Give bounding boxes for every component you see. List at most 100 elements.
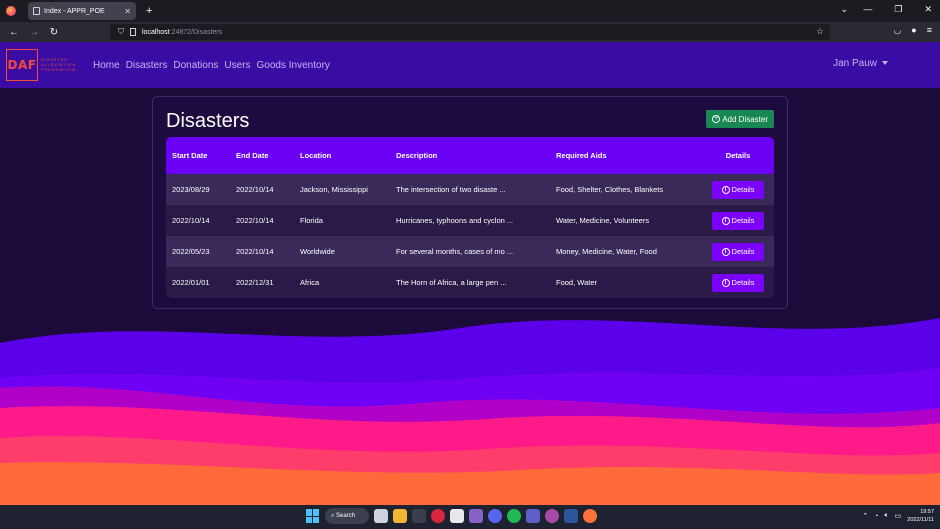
- windows-taskbar: ⌕ Search ⌃ ◔ 🔈︎ ▭ 19:57 2022/11/11: [0, 505, 940, 529]
- battery-icon[interactable]: ▭: [895, 512, 902, 520]
- info-icon: i: [721, 216, 730, 225]
- add-disaster-label: Add Disaster: [722, 114, 768, 124]
- cell-end: 2022/10/14: [236, 216, 274, 225]
- details-label: Details: [731, 185, 755, 194]
- calendar-app-icon[interactable]: [450, 509, 464, 523]
- cell-end: 2022/10/14: [236, 247, 274, 256]
- details-button[interactable]: i Details: [712, 273, 764, 292]
- new-tab-icon[interactable]: +: [146, 5, 152, 17]
- nav-users[interactable]: Users: [224, 60, 250, 71]
- word-icon[interactable]: [564, 509, 578, 523]
- info-icon: i: [721, 185, 730, 194]
- wifi-icon[interactable]: ◔: [874, 513, 878, 520]
- teams-icon[interactable]: [526, 509, 540, 523]
- window-controls: — ❐ ✕: [863, 4, 932, 15]
- clock-date: 2022/11/11: [907, 517, 934, 523]
- col-location: Location: [300, 151, 332, 160]
- col-details: Details: [725, 151, 751, 160]
- clock-time: 19:57: [920, 509, 934, 515]
- browser-tab[interactable]: Index - APPR_POE ✕: [28, 2, 136, 20]
- details-button[interactable]: i Details: [712, 242, 764, 261]
- forward-icon[interactable]: →: [28, 27, 40, 38]
- close-tab-icon[interactable]: ✕: [124, 7, 131, 16]
- cell-end: 2022/12/31: [236, 278, 274, 287]
- app-navbar: DAF DISASTER ALLEVIATION FOUNDATION Home…: [0, 42, 940, 88]
- cell-start: 2022/10/14: [172, 216, 210, 225]
- visual-studio-icon[interactable]: [469, 509, 483, 523]
- info-icon: i: [721, 278, 730, 287]
- daf-logo[interactable]: DAF: [6, 49, 38, 81]
- pocket-icon[interactable]: ◡: [893, 25, 901, 36]
- close-window-icon[interactable]: ✕: [924, 4, 932, 15]
- volume-icon[interactable]: 🔈︎: [884, 512, 888, 520]
- taskbar-apps: ⌕ Search: [306, 508, 597, 524]
- cell-aids: Food, Water: [556, 278, 597, 287]
- restore-icon[interactable]: ❐: [894, 4, 902, 15]
- firefox-taskbar-icon[interactable]: [583, 509, 597, 523]
- add-disaster-button[interactable]: + Add Disaster: [706, 110, 774, 128]
- system-tray: ⌃ ◔ 🔈︎ ▭ 19:57 2022/11/11: [862, 508, 934, 524]
- task-view-icon[interactable]: [374, 509, 388, 523]
- taskbar-search[interactable]: ⌕ Search: [325, 508, 369, 524]
- cell-start: 2023/08/29: [172, 185, 210, 194]
- list-tabs-icon[interactable]: ⌄: [840, 4, 848, 15]
- firefox-icon: [6, 6, 16, 16]
- col-start-date: Start Date: [172, 151, 208, 160]
- cell-location: Worldwide: [300, 247, 335, 256]
- toolbar-right-icons: ◡ ● ≡: [893, 25, 932, 36]
- menu-icon[interactable]: ≡: [927, 25, 932, 36]
- shield-icon[interactable]: ⛉: [118, 27, 124, 37]
- nav-donations[interactable]: Donations: [173, 60, 218, 71]
- minimize-icon[interactable]: —: [863, 4, 872, 15]
- chevron-down-icon: [882, 61, 888, 66]
- cell-description: The Horn of Africa, a large pen ...: [396, 278, 507, 287]
- table-row: 2022/10/14 2022/10/14 Florida Hurricanes…: [166, 205, 774, 236]
- col-end-date: End Date: [236, 151, 269, 160]
- browser-tab-bar: Index - APPR_POE ✕ + ⌄ — ❐ ✕: [0, 0, 940, 22]
- info-icon: i: [721, 247, 730, 256]
- bookmark-star-icon[interactable]: ☆: [816, 26, 824, 37]
- discord-icon[interactable]: [488, 509, 502, 523]
- opera-icon[interactable]: [431, 509, 445, 523]
- details-label: Details: [731, 278, 755, 287]
- browser-toolbar: ← → ↻ ⛉ localhost:24872/Disasters ☆ ◡ ● …: [0, 22, 940, 42]
- back-icon[interactable]: ←: [8, 27, 20, 38]
- logo-text: DISASTER ALLEVIATION FOUNDATION: [41, 57, 77, 72]
- windows-start-icon[interactable]: [306, 509, 320, 523]
- disasters-card: Disasters + Add Disaster Start Date End …: [152, 96, 788, 309]
- clock[interactable]: 19:57 2022/11/11: [907, 508, 934, 524]
- user-menu[interactable]: Jan Pauw: [833, 58, 888, 69]
- table-header: Start Date End Date Location Description…: [166, 137, 774, 174]
- chevron-up-icon[interactable]: ⌃: [862, 512, 868, 520]
- plus-circle-icon: +: [712, 115, 721, 123]
- disasters-table: Start Date End Date Location Description…: [166, 137, 774, 298]
- reload-icon[interactable]: ↻: [48, 27, 60, 38]
- app-icon[interactable]: [545, 509, 559, 523]
- file-explorer-icon[interactable]: [393, 509, 407, 523]
- cell-start: 2022/01/01: [172, 278, 210, 287]
- cell-location: Florida: [300, 216, 323, 225]
- cell-aids: Water, Medicine, Volunteers: [556, 216, 650, 225]
- details-button[interactable]: i Details: [712, 211, 764, 230]
- details-button[interactable]: i Details: [712, 180, 764, 199]
- cell-aids: Money, Medicine, Water, Food: [556, 247, 657, 256]
- table-row: 2022/01/01 2022/12/31 Africa The Horn of…: [166, 267, 774, 298]
- terminal-icon[interactable]: [412, 509, 426, 523]
- user-name: Jan Pauw: [833, 58, 877, 69]
- nav-goods-inventory[interactable]: Goods Inventory: [257, 60, 330, 71]
- url-path: :24872/Disasters: [169, 28, 223, 36]
- cell-description: The intersection of two disaste ...: [396, 185, 506, 194]
- account-icon[interactable]: ●: [911, 25, 916, 36]
- col-required-aids: Required Aids: [556, 151, 607, 160]
- page-info-icon[interactable]: [130, 28, 136, 36]
- cell-aids: Food, Shelter, Clothes, Blankets: [556, 185, 664, 194]
- details-label: Details: [731, 247, 755, 256]
- nav-home[interactable]: Home: [93, 60, 120, 71]
- cell-location: Jackson, Mississippi: [300, 185, 368, 194]
- col-description: Description: [396, 151, 438, 160]
- nav-disasters[interactable]: Disasters: [126, 60, 168, 71]
- cell-description: For several months, cases of mo ...: [396, 247, 514, 256]
- address-bar[interactable]: ⛉ localhost:24872/Disasters ☆: [110, 24, 830, 40]
- cell-description: Hurricanes, typhoons and cyclon ...: [396, 216, 514, 225]
- spotify-icon[interactable]: [507, 509, 521, 523]
